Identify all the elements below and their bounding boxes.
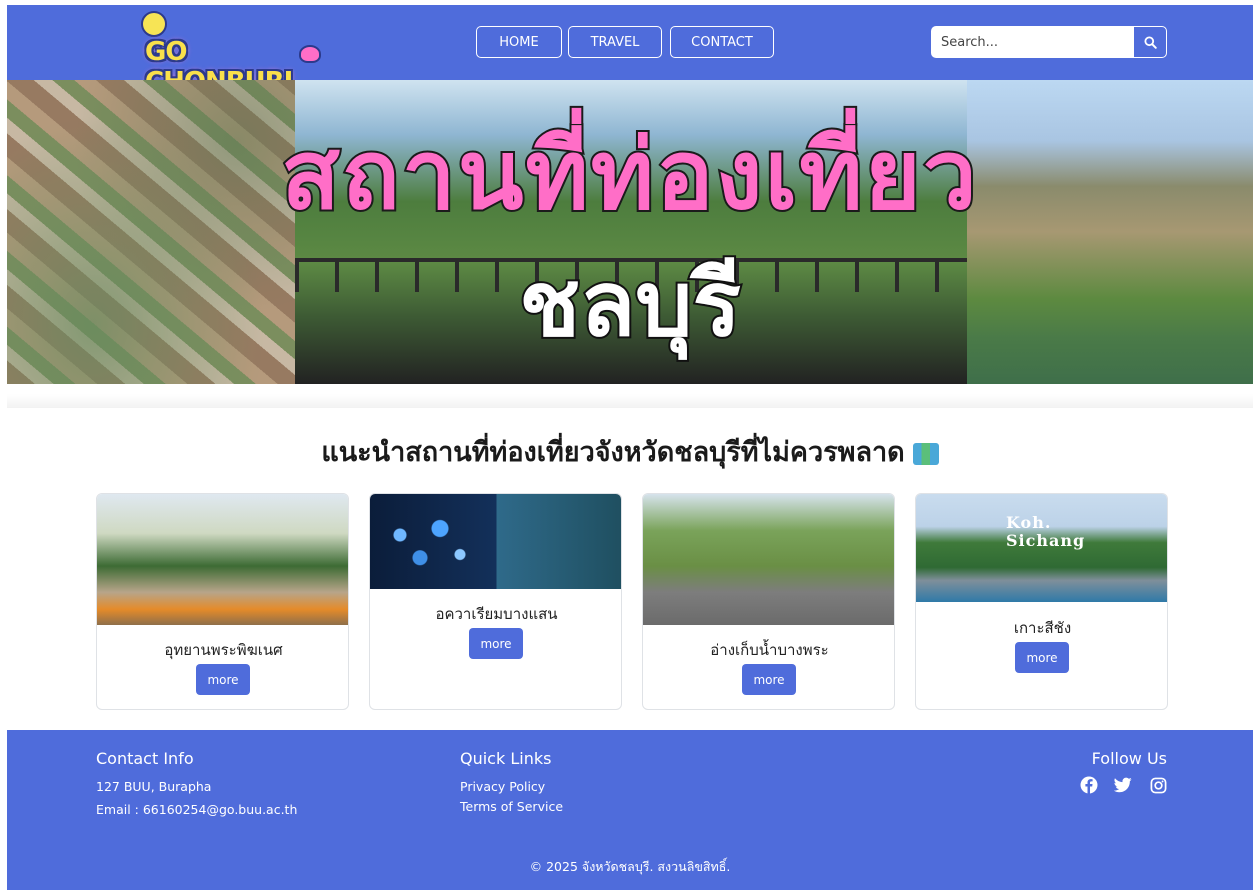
- terms-of-service-link[interactable]: Terms of Service: [460, 799, 563, 814]
- footer-email: Email : 66160254@go.buu.ac.th: [96, 802, 298, 817]
- more-button[interactable]: more: [1015, 642, 1069, 673]
- caption-line: Sichang: [1006, 531, 1086, 550]
- navbar: GO CHONBURI HOME TRAVEL CONTACT: [7, 5, 1253, 97]
- privacy-policy-link[interactable]: Privacy Policy: [460, 779, 545, 794]
- recommendations-section: แนะนำสถานที่ท่องเที่ยวจังหวัดชลบุรีที่ไม…: [7, 408, 1253, 730]
- place-card-aquarium: อควาเรียมบางแสน more: [369, 493, 622, 710]
- search-button[interactable]: [1133, 26, 1167, 58]
- pink-octopus-icon: [299, 45, 321, 63]
- section-heading: แนะนำสถานที่ท่องเที่ยวจังหวัดชลบุรีที่ไม…: [7, 430, 1253, 473]
- instagram-icon[interactable]: [1149, 776, 1167, 794]
- search-icon: [1143, 35, 1157, 49]
- nav-home-button[interactable]: HOME: [476, 26, 562, 58]
- search-input[interactable]: [931, 26, 1133, 58]
- place-card-koh-sichang: Koh. Sichang เกาะสีชัง more: [915, 493, 1168, 710]
- card-image-aquarium: [370, 494, 621, 589]
- hero-subtitle: ชลบุรี: [517, 250, 743, 359]
- logo[interactable]: GO CHONBURI: [137, 11, 327, 97]
- footer-follow-heading: Follow Us: [1091, 749, 1167, 768]
- caption-line: Koh.: [1006, 513, 1052, 532]
- card-image-caption: Koh. Sichang: [1006, 514, 1085, 550]
- nav-contact-button[interactable]: CONTACT: [670, 26, 774, 58]
- more-button[interactable]: more: [196, 664, 250, 695]
- copyright-text: © 2025 จังหวัดชลบุรี. สงวนลิขสิทธิ์.: [529, 859, 731, 874]
- place-card-ganesha-park: อุทยานพระพิฆเนศ more: [96, 493, 349, 710]
- footer-address: 127 BUU, Burapha: [96, 779, 212, 794]
- hero-title: สถานที่ท่องเที่ยว: [279, 118, 979, 232]
- search-form: [931, 26, 1167, 58]
- section-heading-text: แนะนำสถานที่ท่องเที่ยวจังหวัดชลบุรีที่ไม…: [321, 437, 905, 468]
- card-title: อ่างเก็บน้ำบางพระ: [710, 641, 829, 659]
- octopus-mascot-icon: [141, 11, 167, 37]
- place-card-bang-phra-reservoir: อ่างเก็บน้ำบางพระ more: [642, 493, 895, 710]
- card-image-ganesha: [97, 494, 348, 625]
- world-map-icon: [912, 442, 939, 465]
- card-image-koh-sichang: Koh. Sichang: [916, 494, 1167, 602]
- card-title: เกาะสีชัง: [1013, 619, 1072, 637]
- twitter-icon[interactable]: [1114, 776, 1132, 794]
- card-title: อุทยานพระพิฆเนศ: [164, 641, 283, 659]
- hero-banner: สถานที่ท่องเที่ยว ชลบุรี: [7, 80, 1253, 384]
- footer-contact-heading: Contact Info: [96, 749, 194, 768]
- more-button[interactable]: more: [469, 628, 523, 659]
- card-image-reservoir-road: [643, 494, 894, 625]
- footer: Contact Info 127 BUU, Burapha Email : 66…: [7, 730, 1253, 890]
- footer-quick-links-heading: Quick Links: [460, 749, 552, 768]
- nav-travel-button[interactable]: TRAVEL: [568, 26, 662, 58]
- card-title: อควาเรียมบางแสน: [435, 605, 558, 623]
- more-button[interactable]: more: [742, 664, 796, 695]
- facebook-icon[interactable]: [1080, 776, 1098, 794]
